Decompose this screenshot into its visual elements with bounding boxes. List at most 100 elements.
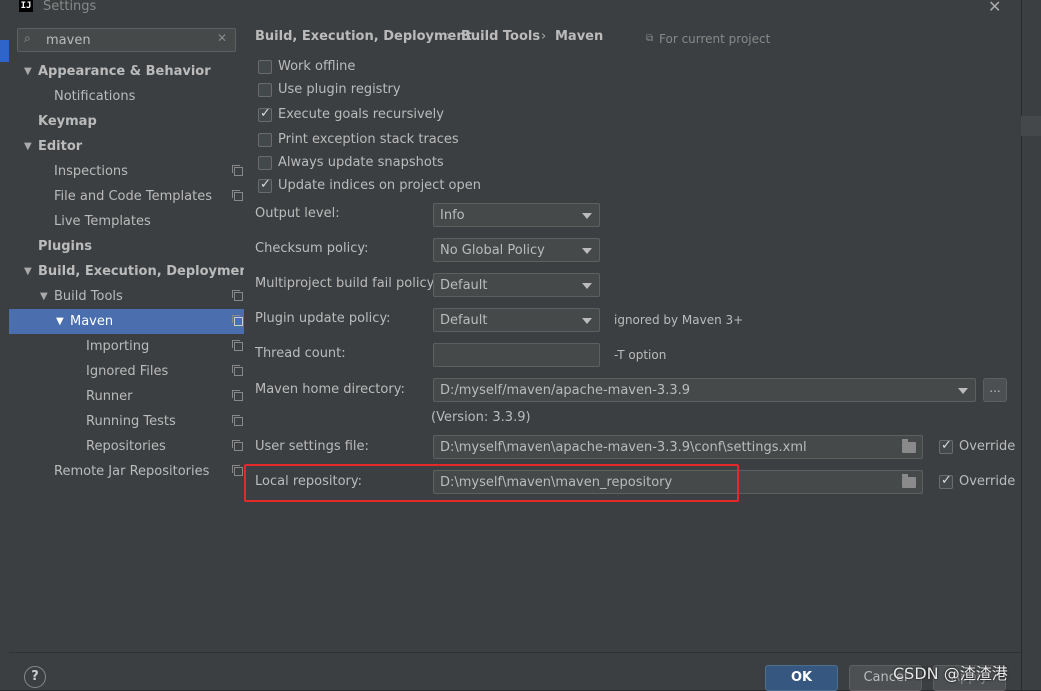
chevron-down-icon[interactable]: ▼	[40, 284, 48, 309]
help-button[interactable]: ?	[24, 666, 46, 688]
sidebar-item-label: Appearance & Behavior	[38, 64, 211, 79]
sidebar-item-remote-jar-repositories[interactable]: Remote Jar Repositories	[9, 459, 244, 484]
execute-goals-recursively-checkbox[interactable]	[258, 106, 272, 122]
sidebar-item-label: File and Code Templates	[54, 189, 212, 204]
maven-home-dropdown[interactable]: D:/myself/maven/apache-maven-3.3.9	[433, 378, 976, 402]
sidebar-item-plugins[interactable]: Plugins	[9, 234, 244, 259]
close-icon[interactable]: ✕	[988, 0, 1001, 15]
sidebar-item-label: Importing	[86, 339, 150, 354]
chevron-down-icon[interactable]: ▼	[24, 59, 32, 84]
sidebar-item-keymap[interactable]: Keymap	[9, 109, 244, 134]
user-settings-input[interactable]: D:\myself\maven\apache-maven-3.3.9\conf\…	[433, 435, 923, 459]
chevron-down-icon[interactable]: ▼	[56, 309, 64, 334]
project-scope-icon	[232, 440, 243, 451]
work-offline-checkbox[interactable]	[258, 60, 272, 74]
background-window-strip-right	[1021, 0, 1041, 690]
sidebar-item-ignored-files[interactable]: Ignored Files	[9, 359, 244, 384]
chevron-down-icon[interactable]: ▼	[24, 259, 32, 284]
breadcrumb-separator: ›	[541, 29, 547, 44]
chevron-down-icon	[582, 248, 592, 254]
user-settings-override-label: Override	[959, 439, 1016, 454]
sidebar-item-label: Notifications	[54, 89, 136, 104]
sidebar-item-editor[interactable]: ▼ Editor	[9, 134, 244, 159]
multiproject-fail-policy-dropdown[interactable]: Default	[433, 273, 600, 297]
folder-icon[interactable]	[902, 474, 916, 488]
window-title: Settings	[43, 0, 97, 14]
background-panel-row	[1021, 116, 1041, 136]
plugin-update-policy-hint: ignored by Maven 3+	[614, 313, 744, 327]
multiproject-fail-policy-label: Multiproject build fail policy:	[255, 276, 438, 291]
breadcrumb-build-execution-deployment[interactable]: Build, Execution, Deployment	[255, 29, 472, 44]
chevron-down-icon	[582, 318, 592, 324]
checksum-policy-label: Checksum policy:	[255, 241, 369, 256]
project-scope-icon	[232, 465, 243, 476]
always-update-snapshots-label: Always update snapshots	[278, 155, 444, 170]
intellij-logo-icon: IJ	[19, 0, 33, 12]
sidebar-item-label: Repositories	[86, 439, 166, 454]
sidebar-item-notifications[interactable]: Notifications	[9, 84, 244, 109]
use-plugin-registry-checkbox[interactable]	[258, 83, 272, 97]
work-offline-label: Work offline	[278, 59, 356, 74]
user-settings-override-checkbox[interactable]	[939, 438, 953, 454]
sidebar-item-label: Running Tests	[86, 414, 176, 429]
sidebar-item-running-tests[interactable]: Running Tests	[9, 409, 244, 434]
sidebar-item-label: Build, Execution, Deployment	[38, 264, 255, 279]
update-indices-label: Update indices on project open	[278, 178, 481, 193]
sidebar-item-build-tools[interactable]: ▼ Build Tools	[9, 284, 244, 309]
execute-goals-recursively-label: Execute goals recursively	[278, 107, 444, 122]
user-settings-value: D:\myself\maven\apache-maven-3.3.9\conf\…	[440, 440, 807, 455]
maven-home-label: Maven home directory:	[255, 382, 405, 397]
breadcrumb-separator: ›	[446, 29, 452, 44]
print-exception-stack-traces-checkbox[interactable]	[258, 133, 272, 147]
project-scope-icon	[232, 165, 243, 176]
output-level-dropdown[interactable]: Info	[433, 203, 600, 227]
checksum-policy-dropdown[interactable]: No Global Policy	[433, 238, 600, 262]
sidebar-item-live-templates[interactable]: Live Templates	[9, 209, 244, 234]
local-repository-override-label: Override	[959, 474, 1016, 489]
sidebar-item-file-code-templates[interactable]: File and Code Templates	[9, 184, 244, 209]
project-scope-icon	[232, 415, 243, 426]
sidebar-item-runner[interactable]: Runner	[9, 384, 244, 409]
background-selection	[0, 40, 9, 62]
sidebar-item-label: Inspections	[54, 164, 128, 179]
search-input[interactable]	[46, 30, 206, 50]
sidebar-item-label: Editor	[38, 139, 83, 154]
sidebar-item-label: Ignored Files	[86, 364, 169, 379]
output-level-label: Output level:	[255, 206, 340, 221]
always-update-snapshots-checkbox[interactable]	[258, 156, 272, 170]
local-repository-highlight-box	[244, 464, 739, 502]
plugin-update-policy-label: Plugin update policy:	[255, 311, 391, 326]
print-exception-stack-traces-label: Print exception stack traces	[278, 132, 459, 147]
sidebar-item-label: Live Templates	[54, 214, 151, 229]
thread-count-hint: -T option	[614, 348, 667, 362]
sidebar-item-appearance-behavior[interactable]: ▼ Appearance & Behavior	[9, 59, 244, 84]
sidebar-item-maven[interactable]: ▼ Maven	[9, 309, 244, 334]
plugin-update-policy-dropdown[interactable]: Default	[433, 308, 600, 332]
breadcrumb-build-tools[interactable]: Build Tools	[461, 29, 540, 44]
chevron-down-icon	[582, 213, 592, 219]
project-scope-icon	[232, 365, 243, 376]
folder-icon[interactable]	[902, 439, 916, 453]
title-bar	[9, 0, 1021, 22]
chevron-down-icon[interactable]: ▼	[24, 134, 32, 159]
background-window-strip	[0, 0, 9, 690]
clear-search-icon[interactable]: ✕	[217, 31, 227, 45]
sidebar-item-importing[interactable]: Importing	[9, 334, 244, 359]
output-level-value: Info	[440, 208, 465, 223]
project-scope-icon: ⧉	[646, 33, 654, 44]
sidebar-item-build-execution-deployment[interactable]: ▼ Build, Execution, Deployment	[9, 259, 255, 284]
thread-count-input[interactable]	[433, 343, 600, 367]
sidebar-item-inspections[interactable]: Inspections	[9, 159, 244, 184]
sidebar-item-repositories[interactable]: Repositories	[9, 434, 244, 459]
sidebar-item-label: Plugins	[38, 239, 92, 254]
project-scope-icon	[232, 190, 243, 201]
project-scope-icon	[232, 340, 243, 351]
project-scope-icon	[232, 290, 243, 301]
breadcrumb-maven: Maven	[555, 29, 604, 44]
local-repository-override-checkbox[interactable]	[939, 473, 953, 489]
browse-maven-home-button[interactable]: ...	[983, 378, 1007, 402]
update-indices-checkbox[interactable]	[258, 177, 272, 193]
csdn-watermark: CSDN @渣渣港	[893, 664, 1008, 683]
ok-button[interactable]: OK	[765, 665, 838, 691]
search-icon: ⌕	[24, 31, 31, 45]
